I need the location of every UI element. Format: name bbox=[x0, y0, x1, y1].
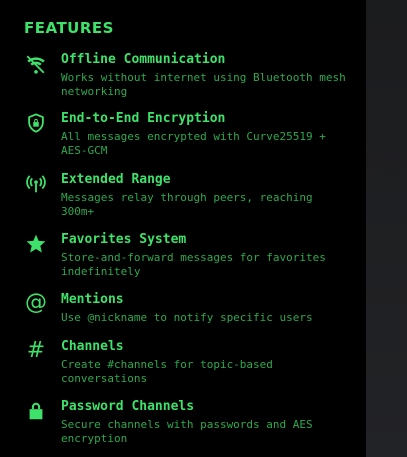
background-window bbox=[366, 0, 407, 457]
section-heading: FEATURES bbox=[24, 19, 114, 37]
at-sign-icon: @ bbox=[25, 290, 47, 315]
feature-title: Offline Communication bbox=[61, 52, 226, 67]
feature-description: Use @nickname to notify specific users bbox=[61, 311, 313, 324]
feature-description: All messages encrypted with Curve25519 +… bbox=[61, 130, 326, 157]
feature-description: Store-and-forward messages for favorites… bbox=[61, 251, 326, 278]
feature-description: Create #channels for topic-based convers… bbox=[61, 358, 273, 385]
wifi-off-icon bbox=[24, 52, 48, 76]
feature-description: Works without internet using Bluetooth m… bbox=[61, 71, 346, 98]
feature-description: Secure channels with passwords and AES e… bbox=[61, 418, 313, 445]
lock-icon bbox=[24, 399, 48, 423]
feature-title: Password Channels bbox=[61, 399, 195, 414]
star-icon bbox=[24, 232, 48, 256]
feature-title: Mentions bbox=[61, 292, 124, 307]
antenna-icon bbox=[24, 172, 48, 196]
feature-title: Favorites System bbox=[61, 232, 187, 247]
feature-description: Messages relay through peers, reaching 3… bbox=[61, 191, 313, 218]
feature-title: Extended Range bbox=[61, 172, 171, 187]
features-panel: FEATURES Offline Communication Works wit… bbox=[0, 0, 366, 457]
feature-title: End-to-End Encryption bbox=[61, 111, 226, 126]
feature-title: Channels bbox=[61, 339, 124, 354]
shield-lock-icon bbox=[24, 111, 48, 135]
hash-icon: # bbox=[26, 338, 46, 363]
